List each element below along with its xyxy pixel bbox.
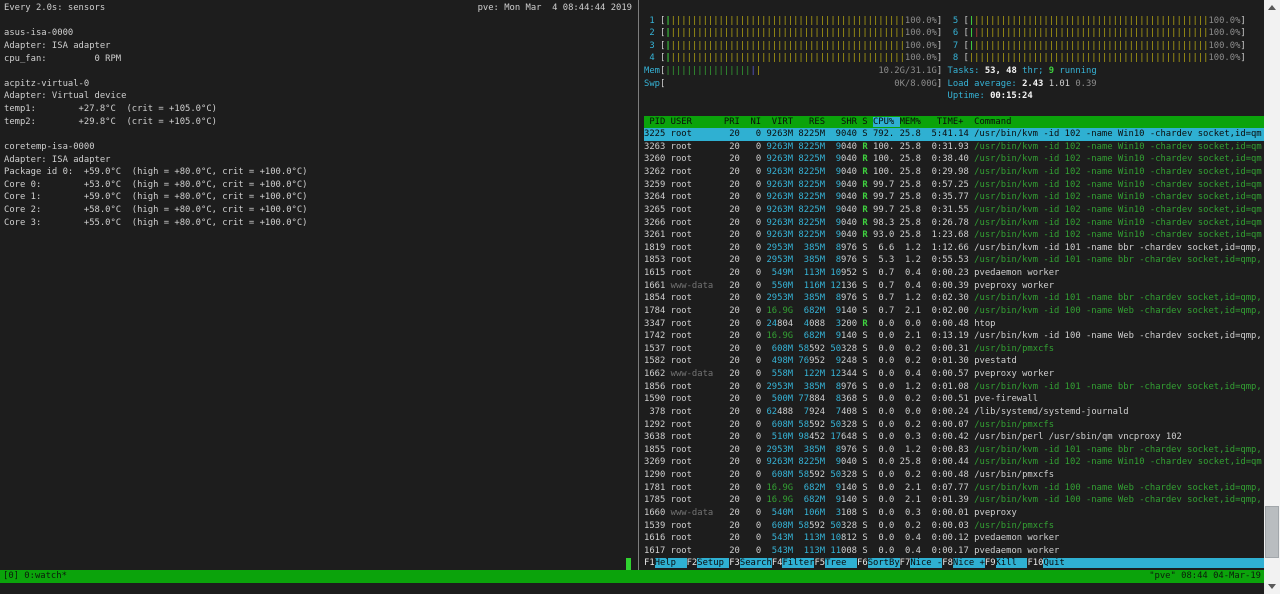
- sensors-line: Core 2: +58.0°C (high = +80.0°C, crit = …: [4, 204, 634, 217]
- tmux-session-datetime: "pve" 08:44 04-Mar-19: [1149, 570, 1261, 583]
- process-row[interactable]: 3269 root 20 0 9263M 8225M 9040 S 0.0 25…: [644, 456, 1264, 469]
- process-row[interactable]: 1662 www-data 20 0 558M 122M 12344 S 0.0…: [644, 368, 1264, 381]
- htop-output: 1 [|||||||||||||||||||||||||||||||||||||…: [644, 15, 1264, 571]
- fkey-f8[interactable]: F8Nice +: [942, 558, 985, 568]
- sensors-line: Adapter: ISA adapter: [4, 40, 634, 53]
- process-row[interactable]: 1290 root 20 0 608M 58592 50328 S 0.0 0.…: [644, 469, 1264, 482]
- sensors-line: coretemp-isa-0000: [4, 141, 634, 154]
- process-row[interactable]: 1855 root 20 0 2953M 385M 8976 S 0.0 1.2…: [644, 444, 1264, 457]
- blank-row: [644, 103, 1264, 116]
- process-row[interactable]: 3263 root 20 0 9263M 8225M 9040 R 100. 2…: [644, 141, 1264, 154]
- scrollbar-down-arrow-icon[interactable]: [1264, 578, 1280, 594]
- fkey-f9[interactable]: F9Kill: [985, 558, 1028, 568]
- htop-pane: 1 [|||||||||||||||||||||||||||||||||||||…: [644, 15, 1264, 571]
- sensors-line: temp2: +29.8°C (crit = +105.0°C): [4, 116, 634, 129]
- sensors-output: asus-isa-0000Adapter: ISA adaptercpu_fan…: [4, 15, 634, 230]
- fkey-f3[interactable]: F3Search: [729, 558, 772, 568]
- process-row[interactable]: 3638 root 20 0 510M 98452 17648 S 0.0 0.…: [644, 431, 1264, 444]
- cpu-meter-row: 3 [|||||||||||||||||||||||||||||||||||||…: [644, 40, 1264, 53]
- watch-header: Every 2.0s: sensors pve: Mon Mar 4 08:44…: [4, 2, 632, 15]
- cpu-meter-row: 4 [|||||||||||||||||||||||||||||||||||||…: [644, 52, 1264, 65]
- process-row[interactable]: 378 root 20 0 62488 7924 7408 S 0.0 0.0 …: [644, 406, 1264, 419]
- sensors-line: Core 1: +59.0°C (high = +80.0°C, crit = …: [4, 191, 634, 204]
- scrollbar-thumb[interactable]: [1265, 506, 1279, 558]
- process-row[interactable]: 1785 root 20 0 16.9G 682M 9140 S 0.0 2.1…: [644, 494, 1264, 507]
- cpu-meter-row: 1 [|||||||||||||||||||||||||||||||||||||…: [644, 15, 1264, 28]
- memory-meter-and-tasks: Mem[|||||||||||||||||| 10.2G/31.1G] Task…: [644, 65, 1264, 78]
- sensors-line: Core 3: +55.0°C (high = +80.0°C, crit = …: [4, 217, 634, 230]
- process-row[interactable]: 1539 root 20 0 608M 58592 50328 S 0.0 0.…: [644, 520, 1264, 533]
- tmux-status-bar: [0] 0:watch* "pve" 08:44 04-Mar-19: [0, 570, 1264, 583]
- fkey-f6[interactable]: F6SortBy: [857, 558, 900, 568]
- scrollbar-up-arrow-icon[interactable]: [1264, 0, 1280, 16]
- sensors-line: Adapter: Virtual device: [4, 90, 634, 103]
- fkey-f7[interactable]: F7Nice -: [900, 558, 943, 568]
- process-row[interactable]: 1742 root 20 0 16.9G 682M 9140 S 0.0 2.1…: [644, 330, 1264, 343]
- process-row[interactable]: 1661 www-data 20 0 550M 116M 12136 S 0.7…: [644, 280, 1264, 293]
- sensors-line: [4, 65, 634, 78]
- process-row[interactable]: 1784 root 20 0 16.9G 682M 9140 S 0.7 2.1…: [644, 305, 1264, 318]
- sensors-line: Package id 0: +59.0°C (high = +80.0°C, c…: [4, 166, 634, 179]
- process-row[interactable]: 1616 root 20 0 543M 113M 10812 S 0.0 0.4…: [644, 532, 1264, 545]
- htop-table-header[interactable]: PID USER PRI NI VIRT RES SHR S CPU% MEM%…: [644, 116, 1264, 129]
- fkey-f10[interactable]: F10Quit: [1027, 558, 1064, 568]
- terminal-cursor: [626, 558, 631, 571]
- process-row[interactable]: 3264 root 20 0 9263M 8225M 9040 R 99.7 2…: [644, 191, 1264, 204]
- process-row[interactable]: 3262 root 20 0 9263M 8225M 9040 R 100. 2…: [644, 166, 1264, 179]
- pane-divider: [638, 0, 639, 570]
- terminal-window: Every 2.0s: sensors pve: Mon Mar 4 08:44…: [0, 0, 1264, 594]
- sensors-line: Adapter: ISA adapter: [4, 154, 634, 167]
- process-row[interactable]: 1819 root 20 0 2953M 385M 8976 S 6.6 1.2…: [644, 242, 1264, 255]
- cpu-meter-row: 2 [|||||||||||||||||||||||||||||||||||||…: [644, 27, 1264, 40]
- process-row[interactable]: 1292 root 20 0 608M 58592 50328 S 0.0 0.…: [644, 419, 1264, 432]
- fkey-f2[interactable]: F2Setup: [687, 558, 730, 568]
- watch-host-datetime: pve: Mon Mar 4 08:44:44 2019: [478, 2, 632, 15]
- process-row[interactable]: 1853 root 20 0 2953M 385M 8976 S 5.3 1.2…: [644, 254, 1264, 267]
- process-row[interactable]: 1781 root 20 0 16.9G 682M 9140 S 0.0 2.1…: [644, 482, 1264, 495]
- sensors-line: temp1: +27.8°C (crit = +105.0°C): [4, 103, 634, 116]
- sensors-line: cpu_fan: 0 RPM: [4, 53, 634, 66]
- process-row[interactable]: 1590 root 20 0 500M 77884 8368 S 0.0 0.2…: [644, 393, 1264, 406]
- swap-meter-and-load: Swp[ 0K/8.00G] Load average: 2.43 1.01 0…: [644, 78, 1264, 91]
- fkey-f5[interactable]: F5Tree: [814, 558, 857, 568]
- watch-command-label: Every 2.0s: sensors: [4, 2, 105, 15]
- process-row[interactable]: 1615 root 20 0 549M 113M 10952 S 0.7 0.4…: [644, 267, 1264, 280]
- process-row[interactable]: 1537 root 20 0 608M 58592 50328 S 0.0 0.…: [644, 343, 1264, 356]
- fkey-f1[interactable]: F1Help: [644, 558, 687, 568]
- uptime-row: Uptime: 00:15:24: [644, 90, 1264, 103]
- sensors-line: [4, 15, 634, 28]
- process-row[interactable]: 3266 root 20 0 9263M 8225M 9040 R 98.3 2…: [644, 217, 1264, 230]
- process-row[interactable]: 1582 root 20 0 498M 76952 9248 S 0.0 0.2…: [644, 355, 1264, 368]
- process-row[interactable]: 1660 www-data 20 0 540M 106M 3108 S 0.0 …: [644, 507, 1264, 520]
- fkey-f4[interactable]: F4Filter: [772, 558, 815, 568]
- process-row[interactable]: 3259 root 20 0 9263M 8225M 9040 R 99.7 2…: [644, 179, 1264, 192]
- process-row-selected[interactable]: 3225 root 20 0 9263M 8225M 9040 S 792. 2…: [644, 128, 1264, 141]
- sensors-line: Core 0: +53.0°C (high = +80.0°C, crit = …: [4, 179, 634, 192]
- tmux-window-item[interactable]: [0] 0:watch*: [3, 570, 67, 583]
- sensors-line: [4, 128, 634, 141]
- process-row[interactable]: 3260 root 20 0 9263M 8225M 9040 R 100. 2…: [644, 153, 1264, 166]
- process-row[interactable]: 3265 root 20 0 9263M 8225M 9040 R 99.7 2…: [644, 204, 1264, 217]
- sensors-line: asus-isa-0000: [4, 27, 634, 40]
- process-row[interactable]: 1854 root 20 0 2953M 385M 8976 S 0.7 1.2…: [644, 292, 1264, 305]
- sensors-line: acpitz-virtual-0: [4, 78, 634, 91]
- fkey-bar: F1Help F2Setup F3SearchF4FilterF5Tree F6…: [644, 557, 1264, 570]
- process-row[interactable]: 3261 root 20 0 9263M 8225M 9040 R 93.0 2…: [644, 229, 1264, 242]
- process-row[interactable]: 1856 root 20 0 2953M 385M 8976 S 0.0 1.2…: [644, 381, 1264, 394]
- process-row[interactable]: 1617 root 20 0 543M 113M 11008 S 0.0 0.4…: [644, 545, 1264, 558]
- process-row[interactable]: 3347 root 20 0 24804 4088 3200 R 0.0 0.0…: [644, 318, 1264, 331]
- watch-pane: Every 2.0s: sensors pve: Mon Mar 4 08:44…: [4, 2, 634, 229]
- scrollbar[interactable]: [1264, 0, 1280, 594]
